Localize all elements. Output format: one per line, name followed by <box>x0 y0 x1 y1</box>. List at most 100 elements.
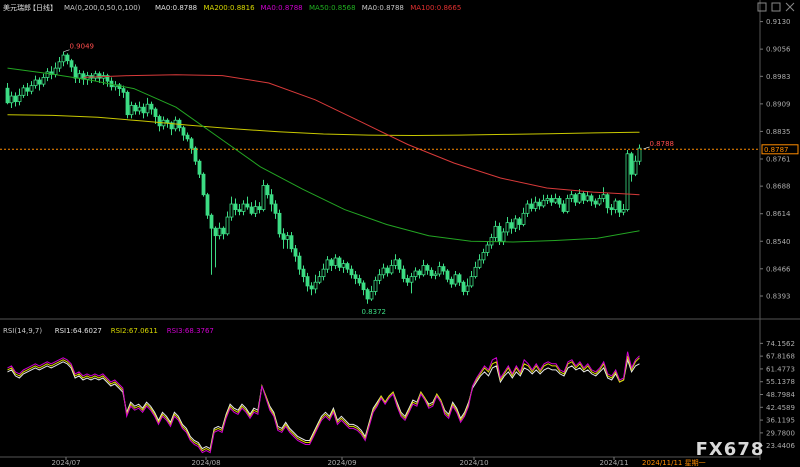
x-tick-label: 2024/11 <box>599 459 628 467</box>
rsi-tick-label: 67.8168 <box>766 353 795 361</box>
candle-body <box>185 134 190 140</box>
chart-canvas: 美元瑞郎 【日线】 MA(0,200,0,50,0,100) MA0:0.8788… <box>0 0 800 467</box>
candle-body <box>393 259 398 266</box>
candle-body <box>353 274 358 279</box>
candle-body <box>237 209 242 212</box>
x-tick-label: 2024/08 <box>191 459 220 467</box>
annotation-label: 0.8788 <box>650 140 675 148</box>
period-label[interactable]: 【日线】 <box>29 3 57 12</box>
candle-body <box>325 259 330 270</box>
current-date-label: 2024/11/11 星期一 <box>642 459 706 467</box>
x-tick-label: 2024/10 <box>459 459 488 467</box>
candle-body <box>401 268 406 279</box>
candle-body <box>625 153 630 211</box>
annotation-label: 0.8372 <box>362 308 387 316</box>
candle-body <box>365 289 370 300</box>
candle-body <box>141 106 146 114</box>
candle-body <box>13 95 18 103</box>
candle-body <box>233 203 238 211</box>
candle-body <box>273 203 278 214</box>
candle-body <box>217 227 222 237</box>
x-tick-label: 2024/07 <box>51 459 80 467</box>
current-price-value: 0.8787 <box>764 146 789 154</box>
candle-body <box>517 218 522 225</box>
annotation-label: 0.9049 <box>70 43 95 51</box>
candle-body <box>593 200 598 205</box>
candle-body <box>357 278 362 284</box>
price-tick-label: 0.9130 <box>766 18 791 26</box>
candle-body <box>553 198 558 203</box>
rsi-tick-label: 36.1195 <box>766 417 795 425</box>
candle-body <box>597 198 602 205</box>
candle-body <box>61 54 66 63</box>
candle-body <box>41 77 46 85</box>
candle-body <box>345 263 350 270</box>
candle <box>625 150 630 212</box>
header-indicator: MA(0,200,0,50,0,100) <box>64 4 141 12</box>
candle-body <box>537 201 542 207</box>
candle-body <box>121 88 126 93</box>
candle-body <box>277 212 282 235</box>
candle-body <box>349 268 354 276</box>
candle <box>201 172 206 197</box>
candle-body <box>485 244 490 253</box>
candle-body <box>397 259 402 270</box>
candle-body <box>133 104 138 112</box>
candle-body <box>253 206 258 214</box>
candle <box>125 90 130 119</box>
candle-body <box>373 279 378 292</box>
candle-body <box>57 61 62 69</box>
price-tick-label: 0.8688 <box>766 183 791 191</box>
candle-body <box>17 94 22 103</box>
candle-body <box>433 273 438 276</box>
rsi-header-item: RSI2:67.0611 <box>111 327 158 335</box>
header-indicator: MA0:0.8788 <box>362 4 404 12</box>
candle-body <box>297 255 302 270</box>
candle-body <box>569 194 574 199</box>
rsi-tick-label: 61.4773 <box>766 365 795 373</box>
candle-body <box>125 91 130 116</box>
candle-body <box>469 276 474 287</box>
candle-body <box>153 108 158 117</box>
candle-body <box>145 103 150 114</box>
candle-body <box>193 147 198 162</box>
candle-body <box>505 222 510 233</box>
candle-body <box>361 282 366 291</box>
candle-body <box>613 200 618 211</box>
candle-body <box>257 206 262 211</box>
candle-body <box>221 227 226 235</box>
candle-body <box>421 265 426 276</box>
candle-body <box>317 276 322 283</box>
candle-body <box>213 227 218 237</box>
candle-body <box>209 214 214 229</box>
candle-body <box>413 270 418 278</box>
candle-body <box>197 160 202 175</box>
candle-body <box>265 185 270 196</box>
candle-body <box>441 266 446 272</box>
rsi-tick-label: 55.1378 <box>766 378 795 386</box>
candle-body <box>493 225 498 238</box>
candle-body <box>457 274 462 283</box>
candle-body <box>261 185 266 211</box>
candle <box>205 192 210 219</box>
candle-body <box>229 203 234 218</box>
candle-body <box>333 257 338 266</box>
price-tick-label: 0.8614 <box>766 210 791 218</box>
candle-body <box>37 79 42 85</box>
candle-body <box>621 209 626 213</box>
rsi-header-item: RSI1:64.6027 <box>55 327 102 335</box>
candle-body <box>165 119 170 124</box>
candle-body <box>533 201 538 209</box>
candle-body <box>513 218 518 229</box>
price-tick-label: 0.8540 <box>766 238 791 246</box>
candle-body <box>389 265 394 274</box>
candle-body <box>549 198 554 203</box>
candle-body <box>77 73 82 79</box>
candle-body <box>289 235 294 250</box>
candle-body <box>29 85 34 92</box>
candle-body <box>281 233 286 240</box>
candle-body <box>601 194 606 199</box>
price-tick-label: 0.8393 <box>766 292 791 300</box>
candle-body <box>589 195 594 202</box>
x-tick-label: 2024/09 <box>327 459 356 467</box>
